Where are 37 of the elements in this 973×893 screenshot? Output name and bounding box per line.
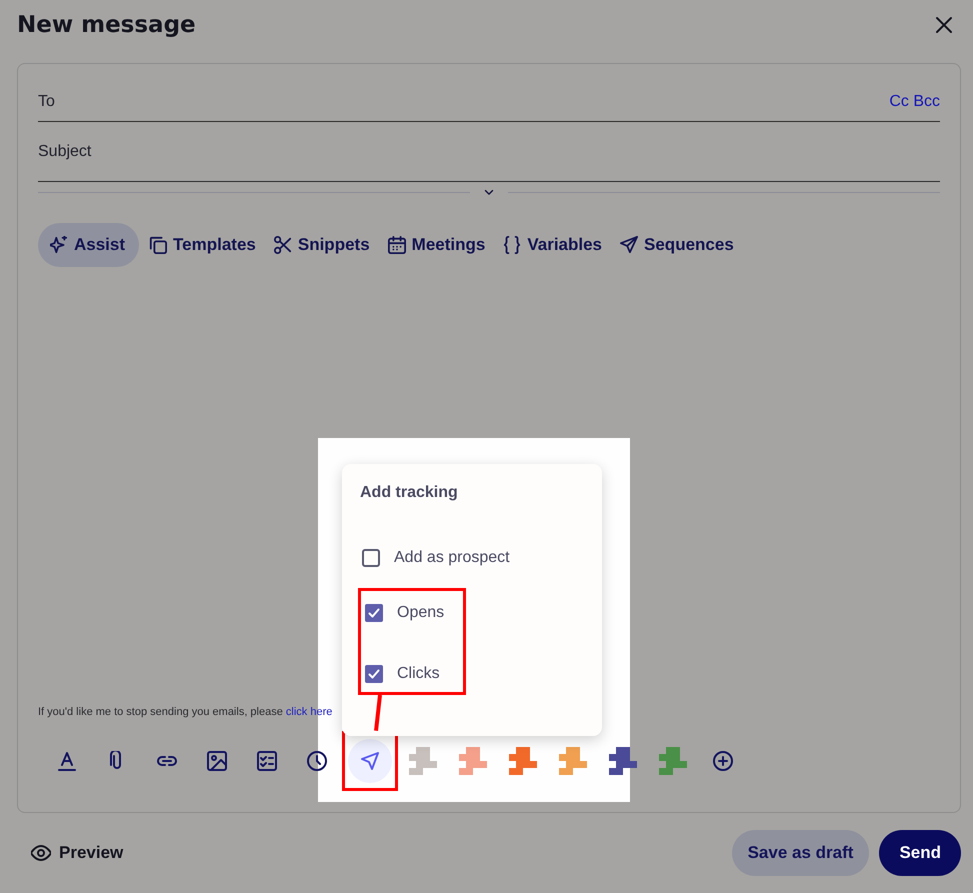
paper-plane-icon	[620, 236, 638, 254]
signature-text: If you'd like me to stop sending you emails, please click here	[38, 706, 334, 718]
toolbar-button[interactable]: Templates	[141, 223, 264, 267]
clock-icon	[307, 751, 327, 771]
toolbar-button[interactable]: Sequences	[612, 223, 742, 267]
window-title: New message	[17, 12, 196, 38]
calendar-icon	[388, 236, 406, 254]
toolbar-button[interactable]: Snippets	[266, 223, 378, 267]
save-draft-button[interactable]: Save as draft	[732, 830, 870, 876]
sparkle-icon	[50, 236, 68, 254]
toolbar-button[interactable]: Assist	[38, 223, 140, 267]
option-label[interactable]: Add as prospect	[394, 549, 510, 567]
eye-icon	[31, 843, 51, 863]
toolbar-button[interactable]: Variables	[495, 223, 610, 267]
image-icon	[207, 751, 227, 771]
option-label[interactable]: Opens	[397, 604, 444, 622]
checkbox[interactable]	[365, 604, 383, 622]
option-label[interactable]: Clicks	[397, 665, 440, 683]
close-button[interactable]	[934, 15, 954, 35]
cursor-arrow-icon	[360, 751, 380, 771]
popup-title: Add tracking	[360, 484, 459, 503]
cc-bcc-link[interactable]: Cc Bcc	[889, 92, 940, 110]
text-color-icon	[57, 751, 77, 771]
toolbar-button[interactable]: Meetings	[380, 223, 494, 267]
field-label: Subject	[38, 142, 92, 160]
close-icon	[934, 15, 954, 35]
send-button[interactable]: Send	[879, 830, 961, 876]
unsubscribe-link[interactable]: click here	[286, 706, 332, 718]
plus-circle-icon	[713, 751, 733, 771]
preview-button[interactable]: Preview	[17, 843, 124, 863]
checklist-icon	[257, 751, 277, 771]
scissors-icon	[274, 236, 292, 254]
field-label: To	[38, 92, 55, 110]
braces-icon	[503, 236, 522, 254]
copy-icon	[149, 236, 168, 254]
checkbox[interactable]	[365, 665, 383, 683]
checkbox[interactable]	[362, 549, 380, 567]
